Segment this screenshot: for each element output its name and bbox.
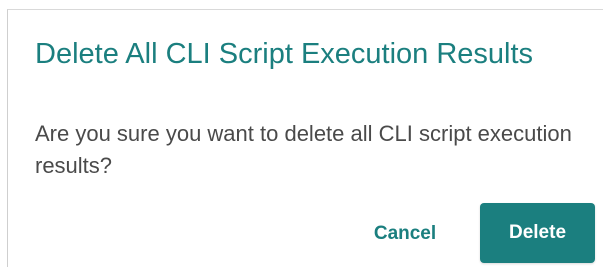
cancel-button[interactable]: Cancel	[358, 209, 452, 259]
delete-confirmation-dialog: Delete All CLI Script Execution Results …	[7, 9, 603, 267]
delete-button[interactable]: Delete	[480, 203, 595, 263]
dialog-message: Are you sure you want to delete all CLI …	[35, 121, 572, 178]
dialog-title: Delete All CLI Script Execution Results	[35, 38, 534, 70]
